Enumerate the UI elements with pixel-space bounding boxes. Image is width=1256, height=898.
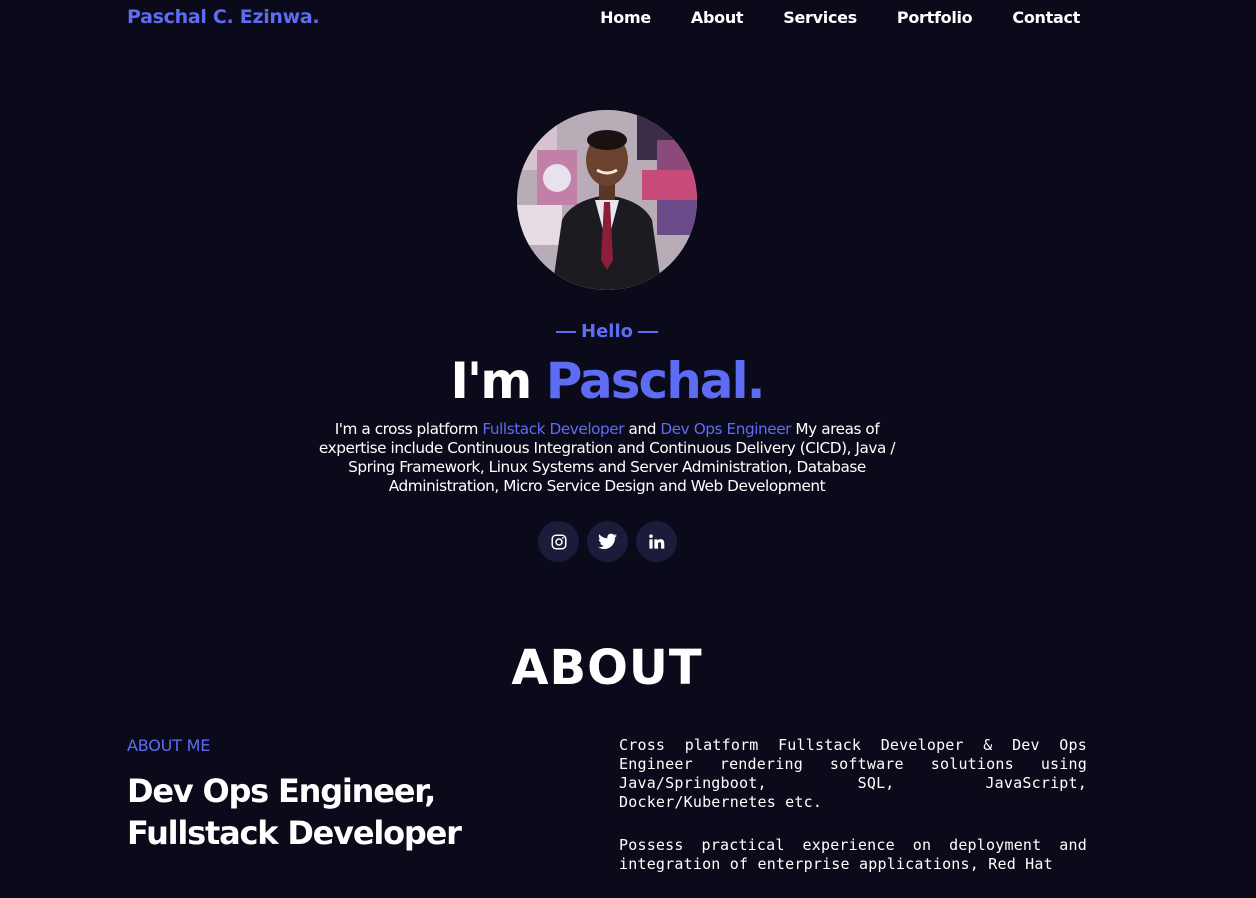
site-logo[interactable]: Paschal C. Ezinwa. <box>127 6 320 28</box>
hero-title-prefix: I'm <box>450 352 532 410</box>
profile-photo <box>517 110 697 290</box>
intro-role-fullstack: Fullstack Developer <box>482 420 625 438</box>
social-links <box>538 521 677 562</box>
greeting-right-dash <box>637 331 658 333</box>
instagram-button[interactable] <box>538 521 579 562</box>
about-paragraph: Possess practical experience on deployme… <box>619 836 1087 873</box>
greeting-text: Hello <box>581 321 633 342</box>
linkedin-button[interactable] <box>636 521 677 562</box>
about-paragraph: Cross platform Fullstack Developer & Dev… <box>619 736 1087 811</box>
intro-part1: I'm a cross platform <box>334 420 483 438</box>
intro-part2: and <box>624 420 661 438</box>
site-header: Paschal C. Ezinwa. Home About Services P… <box>0 0 1256 40</box>
hero-title: I'm Paschal. <box>0 348 1214 414</box>
twitter-button[interactable] <box>587 521 628 562</box>
instagram-icon <box>551 534 566 549</box>
about-label: ABOUT ME <box>127 736 211 755</box>
about-text: Cross platform Fullstack Developer & Dev… <box>619 736 1087 898</box>
about-role: Dev Ops Engineer, Fullstack Developer <box>127 772 462 852</box>
greeting-left-dash <box>556 331 576 333</box>
hero-title-name: Paschal. <box>545 352 766 410</box>
nav-portfolio[interactable]: Portfolio <box>897 8 973 27</box>
linkedin-icon <box>649 534 665 549</box>
nav-services[interactable]: Services <box>783 8 857 27</box>
about-heading: ABOUT <box>511 640 703 696</box>
intro-role-devops: Dev Ops Engineer <box>660 420 792 438</box>
nav-home[interactable]: Home <box>600 8 651 27</box>
nav-about[interactable]: About <box>691 8 744 27</box>
main-nav: Home About Services Portfolio Contact <box>600 8 1080 27</box>
hero-intro: I'm a cross platform Fullstack Developer… <box>306 420 908 496</box>
nav-contact[interactable]: Contact <box>1012 8 1080 27</box>
hero-greeting: Hello <box>0 321 1214 342</box>
twitter-icon <box>598 533 617 550</box>
